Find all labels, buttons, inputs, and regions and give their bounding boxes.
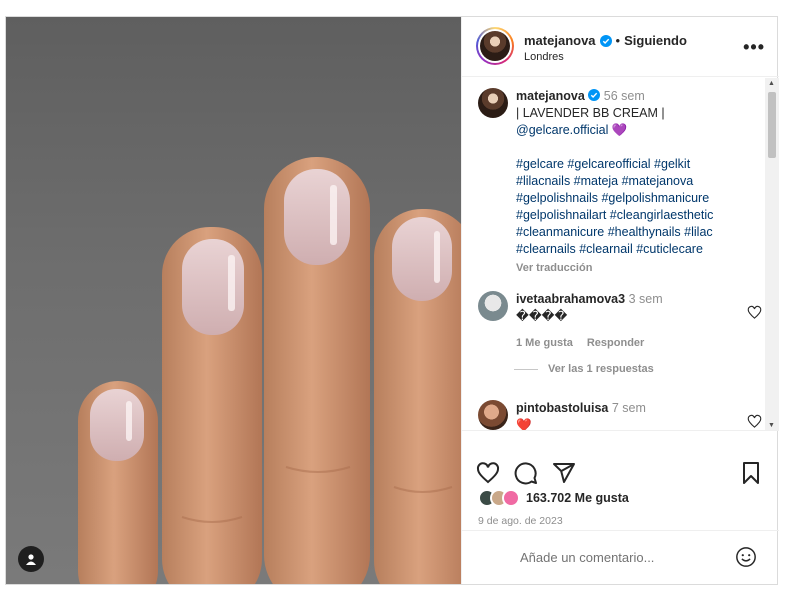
liker-avatar: [502, 489, 520, 507]
like-heart-icon[interactable]: [476, 461, 500, 485]
caption-avatar[interactable]: [478, 88, 508, 118]
scroll-up-icon[interactable]: ▲: [768, 80, 775, 87]
add-comment-bar: Añade un comentario...: [462, 532, 779, 584]
translate-link[interactable]: Ver traducción: [516, 260, 746, 277]
user-icon: [26, 554, 36, 565]
comments-scroll-area[interactable]: matejanova 56 sem | LAVENDER BB CREAM | …: [462, 78, 779, 431]
more-options-icon[interactable]: •••: [743, 37, 765, 58]
tagged-user-button[interactable]: [18, 546, 44, 572]
following-button[interactable]: Siguiendo: [624, 33, 687, 48]
separator-dot: •: [615, 33, 621, 48]
commenter-avatar[interactable]: [478, 400, 508, 430]
verified-icon: [588, 89, 601, 101]
view-replies-row[interactable]: Ver las 1 respuestas: [514, 363, 654, 375]
post-side-panel: matejanova • Siguiendo Londres ••• matej…: [461, 17, 779, 584]
comment-time[interactable]: 7 sem: [612, 401, 646, 415]
caption-time[interactable]: 56 sem: [604, 89, 645, 103]
likes-count[interactable]: 163.702 Me gusta: [526, 491, 629, 505]
likes-row[interactable]: 163.702 Me gusta: [478, 489, 629, 507]
reply-button[interactable]: Responder: [587, 335, 644, 352]
hashtags[interactable]: #gelcare #gelcareofficial #gelkit #lilac…: [516, 156, 746, 258]
comment-text: ❤️: [516, 418, 532, 431]
view-replies-label[interactable]: Ver las 1 respuestas: [548, 363, 654, 375]
emoji-icon[interactable]: [735, 546, 757, 568]
post-dialog: matejanova • Siguiendo Londres ••• matej…: [5, 16, 779, 585]
like-comment-heart-icon[interactable]: [747, 414, 762, 429]
caption-text: matejanova 56 sem | LAVENDER BB CREAM | …: [516, 88, 746, 277]
mention-link[interactable]: @gelcare.official: [516, 123, 608, 137]
nails-image: [78, 157, 461, 584]
share-icon[interactable]: [552, 461, 576, 485]
commenter-username[interactable]: ivetaabrahamova3: [516, 292, 625, 306]
comment-icon[interactable]: [514, 461, 538, 485]
comment-input[interactable]: Añade un comentario...: [520, 550, 654, 565]
scrollbar-thumb[interactable]: [768, 92, 776, 158]
commenter-avatar[interactable]: [478, 291, 508, 321]
author-avatar[interactable]: [476, 27, 514, 65]
post-date[interactable]: 9 de ago. de 2023: [478, 515, 563, 527]
author-row: matejanova • Siguiendo: [524, 33, 687, 48]
post-header: matejanova • Siguiendo Londres •••: [462, 17, 779, 77]
scroll-down-icon[interactable]: ▼: [768, 422, 775, 429]
author-username[interactable]: matejanova: [524, 33, 596, 48]
caption-title: | LAVENDER BB CREAM |: [516, 106, 665, 120]
actions-section: 163.702 Me gusta 9 de ago. de 2023: [462, 431, 779, 531]
location-link[interactable]: Londres: [524, 51, 564, 63]
like-comment-heart-icon[interactable]: [747, 305, 762, 320]
caption-username[interactable]: matejanova: [516, 89, 585, 103]
purple-heart-emoji: 💜: [611, 123, 628, 137]
comment-text: ����: [516, 309, 568, 323]
commenter-username[interactable]: pintobastoluisa: [516, 401, 608, 415]
post-photo[interactable]: [6, 17, 461, 584]
verified-icon: [599, 34, 612, 47]
save-bookmark-icon[interactable]: [739, 461, 763, 485]
comment-time[interactable]: 3 sem: [629, 292, 663, 306]
comment-likes[interactable]: 1 Me gusta: [516, 335, 573, 352]
scrollbar[interactable]: ▲ ▼: [765, 78, 779, 430]
